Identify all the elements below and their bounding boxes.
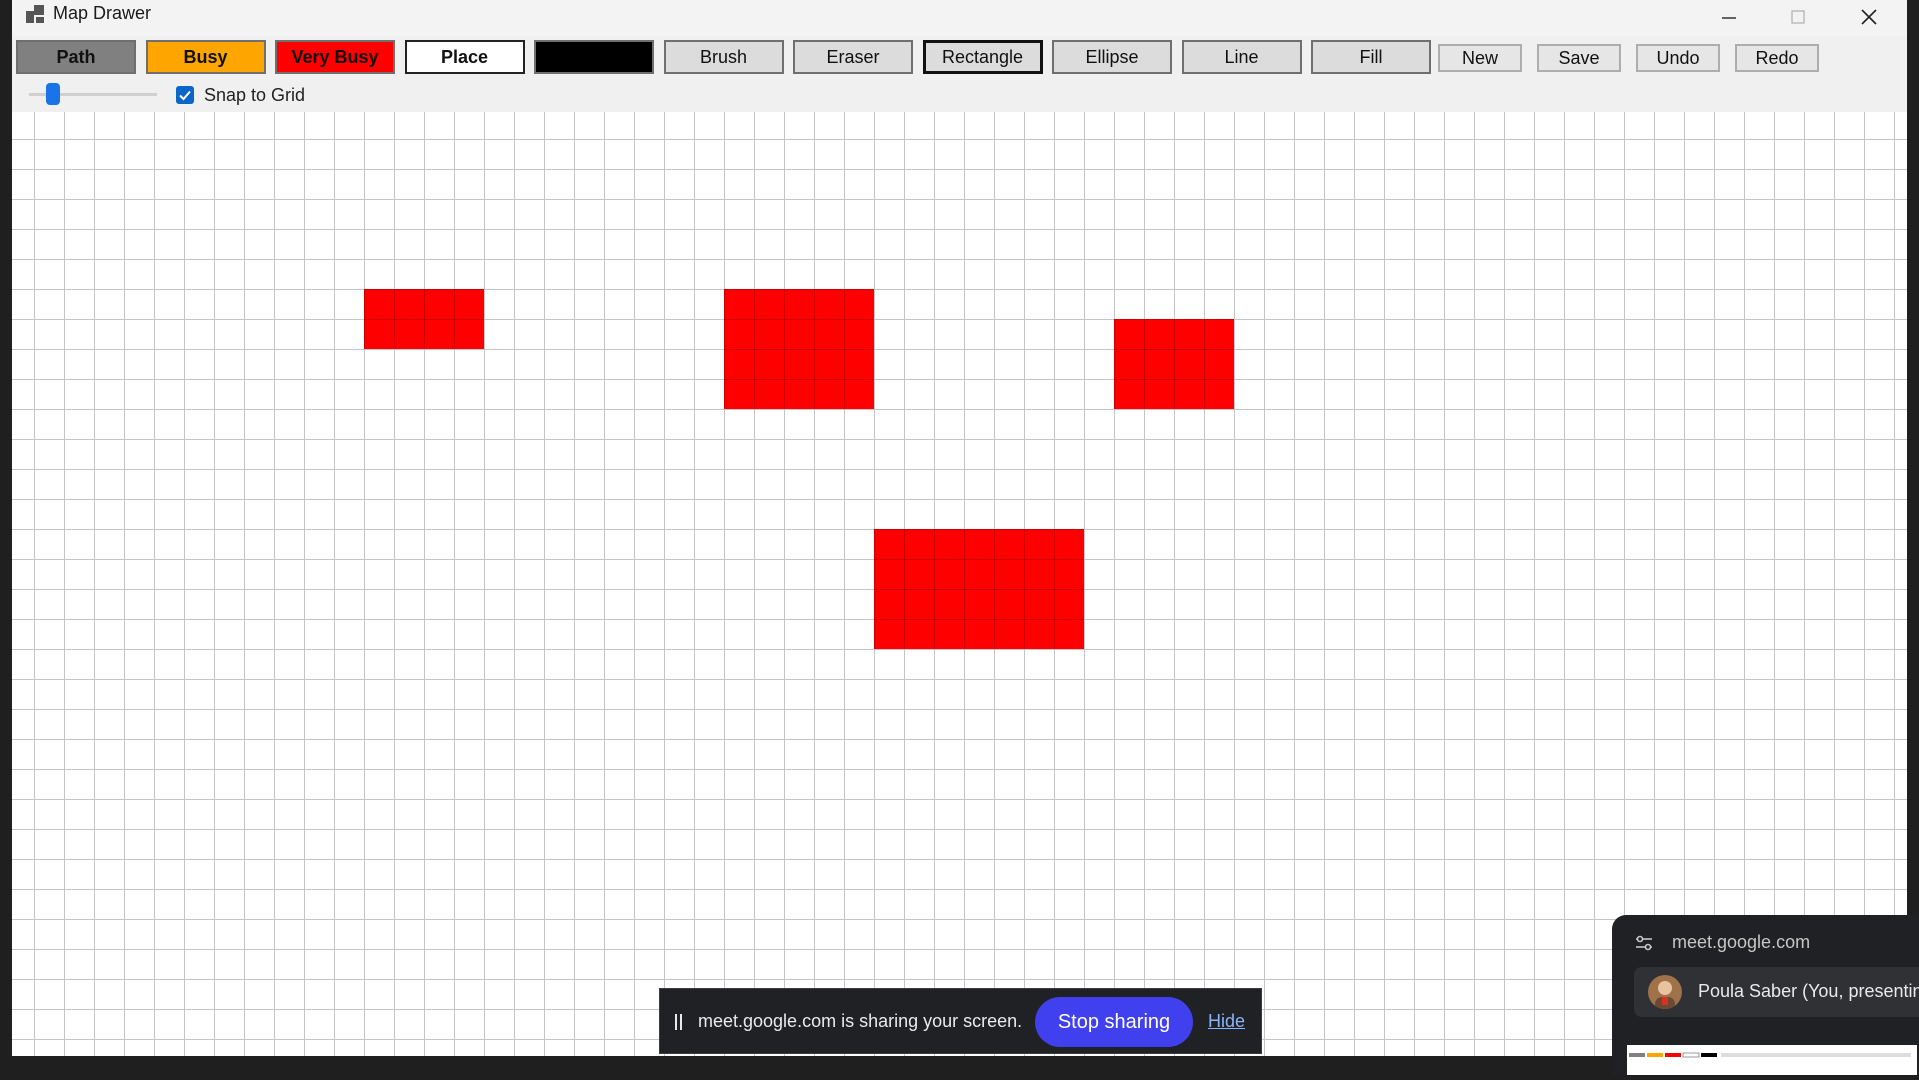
maximize-icon <box>1791 10 1805 24</box>
minimize-icon <box>1722 17 1736 19</box>
avatar-image <box>1655 981 1675 1009</box>
black-button[interactable] <box>534 40 654 74</box>
toolbar: Path Busy Very Busy Place Brush Eraser Rectang… <box>12 36 1907 112</box>
busy-button[interactable]: Busy <box>145 40 266 74</box>
snap-to-grid-label: Snap to Grid <box>204 85 306 105</box>
place-button[interactable]: Place <box>404 40 525 74</box>
preview-toolbar <box>1629 1052 1911 1058</box>
ellipse-button[interactable]: Ellipse <box>1052 40 1172 74</box>
new-button[interactable]: New <box>1438 44 1522 72</box>
fill-button[interactable]: Fill <box>1311 40 1431 74</box>
save-button[interactable]: Save <box>1537 44 1621 72</box>
brush-button[interactable]: Brush <box>663 40 784 74</box>
rectangle-shape[interactable] <box>874 529 1084 649</box>
tune-icon[interactable] <box>1634 933 1654 953</box>
close-button[interactable] <box>1834 0 1904 34</box>
rectangle-shape[interactable] <box>724 289 874 409</box>
avatar <box>1648 975 1682 1009</box>
window-title: Map Drawer <box>53 3 152 23</box>
checkmark-icon <box>179 90 191 101</box>
redo-button[interactable]: Redo <box>1735 44 1819 72</box>
map-drawer-window: Map Drawer Path Busy Very Busy Place Brush Er… <box>12 0 1907 1056</box>
meet-panel: meet.google.com Poula Saber (You, presen… <box>1612 915 1919 1075</box>
brush-size-slider[interactable] <box>29 82 157 106</box>
screen-preview-thumbnail <box>1627 1045 1917 1075</box>
minimize-button[interactable] <box>1694 0 1764 34</box>
title-bar: Map Drawer <box>12 0 1907 36</box>
participant-name: Poula Saber (You, presentin <box>1698 981 1919 1001</box>
snap-to-grid-checkbox[interactable] <box>176 86 194 104</box>
screen-share-bar: meet.google.com is sharing your screen. … <box>659 988 1262 1054</box>
rectangle-shape[interactable] <box>364 289 484 349</box>
hide-link[interactable]: Hide <box>1208 1011 1245 1032</box>
meet-host: meet.google.com <box>1672 932 1811 952</box>
close-icon <box>1861 9 1877 25</box>
eraser-button[interactable]: Eraser <box>793 40 913 74</box>
line-button[interactable]: Line <box>1181 40 1302 74</box>
path-button[interactable]: Path <box>16 40 136 74</box>
slider-thumb[interactable] <box>46 83 60 105</box>
undo-button[interactable]: Undo <box>1636 44 1720 72</box>
drag-handle-icon[interactable] <box>674 1014 684 1030</box>
stop-sharing-button[interactable]: Stop sharing <box>1035 997 1193 1047</box>
rectangle-shape[interactable] <box>1114 319 1234 409</box>
very-busy-button[interactable]: Very Busy <box>275 40 395 74</box>
app-icon <box>26 5 44 23</box>
participant-row[interactable]: Poula Saber (You, presentin <box>1634 967 1919 1017</box>
maximize-button[interactable] <box>1763 0 1833 34</box>
share-message: meet.google.com is sharing your screen. <box>698 1011 1023 1031</box>
rectangle-button[interactable]: Rectangle <box>922 40 1043 74</box>
